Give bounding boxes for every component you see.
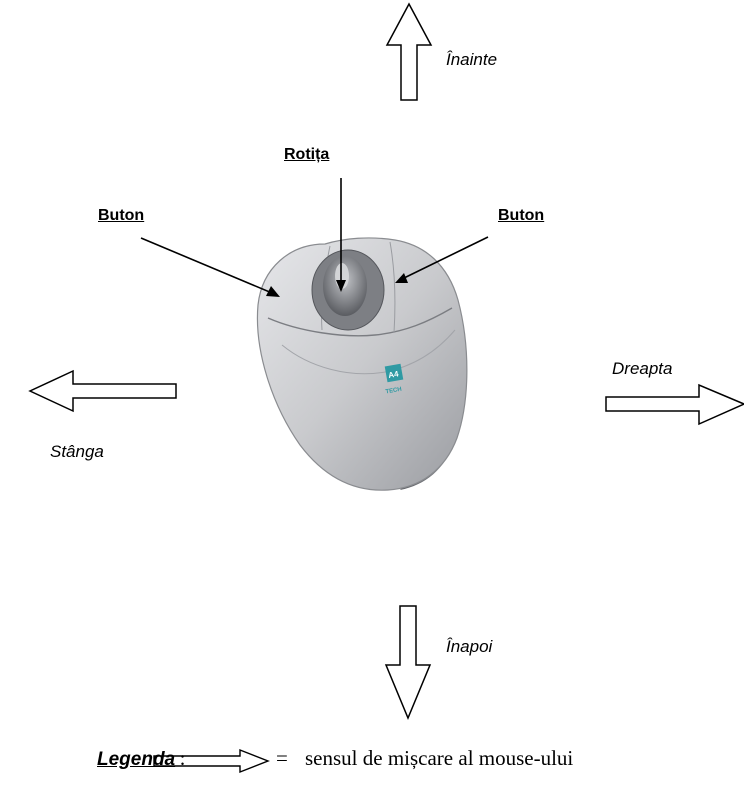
legend-colon: : [179, 746, 186, 770]
legend-title: Legenda [97, 749, 176, 770]
diagram-canvas: A4 TECH [28, 2, 744, 774]
legend: Legenda : [97, 746, 185, 771]
right-button-label: Buton [498, 207, 545, 224]
wheel-label: Rotița [284, 146, 330, 163]
mouse-image: A4 TECH [256, 237, 468, 491]
legend-equals: = [276, 746, 288, 770]
right-label: Dreapta [612, 359, 673, 378]
right-arrow [605, 383, 744, 426]
forward-label: Înainte [446, 50, 498, 69]
left-button-pointer-line [140, 237, 273, 294]
backward-arrow [384, 605, 432, 720]
left-button-label: Buton [98, 207, 145, 224]
forward-arrow [385, 2, 433, 101]
backward-label: Înapoi [446, 637, 493, 656]
left-label: Stânga [50, 442, 104, 461]
legend-description: sensul de mișcare al mouse-ului [305, 746, 574, 770]
left-arrow [28, 369, 177, 413]
